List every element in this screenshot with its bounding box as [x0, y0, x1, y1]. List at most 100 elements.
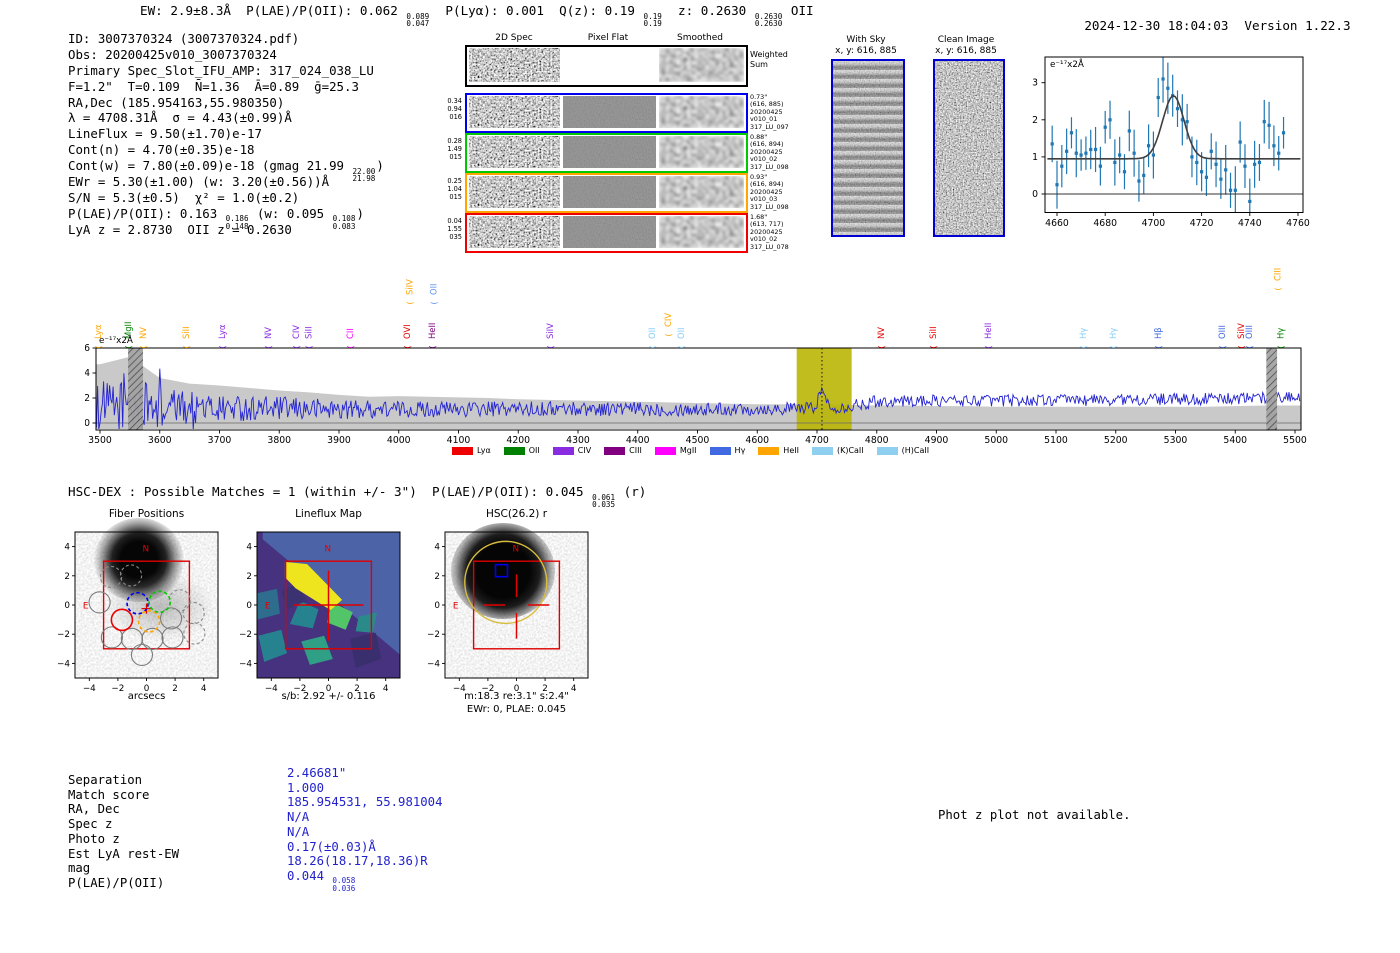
detection-info-block: ID: 3007370324 (3007370324.pdf) Obs: 2020…	[68, 31, 384, 238]
emission-line-label: SiII	[928, 326, 938, 339]
fiber-2d-spec-image	[469, 176, 560, 208]
fiber-smoothed-image	[659, 136, 744, 168]
y-tick-label: 0	[434, 601, 440, 611]
data-point	[1050, 142, 1054, 146]
data-point	[1224, 168, 1228, 172]
y-tick-label: 4	[85, 368, 90, 379]
report-timestamp-version: 2024-12-30 18:04:03 Version 1.22.3	[1054, 3, 1350, 48]
data-point	[1243, 164, 1247, 168]
noise-envelope	[96, 356, 1301, 429]
compass-east-label: E	[83, 602, 89, 612]
emission-line-label: NV	[263, 327, 273, 339]
fiber-smoothed-image	[659, 176, 744, 208]
emission-line-label: OIII	[1217, 325, 1227, 339]
info-line: Obs: 20200425v010_3007370324	[68, 46, 277, 62]
spectrum-units-label: e⁻¹⁷x2Å	[99, 336, 133, 346]
noise-image	[563, 136, 656, 168]
fiber-circle-gray	[120, 627, 144, 650]
data-point	[1277, 151, 1281, 155]
match-row-value: N/A	[287, 824, 310, 839]
line-label-bracket: (	[1218, 345, 1227, 348]
emission-line-label: Hγ	[1108, 328, 1118, 339]
fiber-pixel-flat-image	[563, 216, 656, 248]
legend-label: OII	[528, 446, 540, 455]
data-point	[1253, 162, 1257, 166]
weighted-sum-row	[465, 45, 748, 87]
line-label-bracket: (	[218, 345, 227, 348]
petrosian-circle	[464, 540, 548, 625]
fiber-overlay: −4 −2 0 2 4−4−2024 NE	[57, 531, 219, 694]
x-tick-label: 4680	[1093, 218, 1117, 229]
legend-swatch	[811, 446, 833, 455]
data-point	[1079, 153, 1083, 157]
emission-line-label: CIII	[1273, 268, 1283, 281]
emission-line-label: CII	[345, 328, 355, 339]
legend-label: MgII	[679, 446, 697, 455]
data-point	[1108, 118, 1112, 122]
x-tick-label: 4720	[1190, 218, 1214, 229]
x-tick-label: 5200	[1104, 435, 1128, 446]
y-tick-label: 1	[1032, 152, 1038, 163]
info-line: F=1.2" T=0.109 N̄=1.36 Ā=0.89 ḡ=25.3	[68, 78, 359, 94]
x-tick-label: 5100	[1044, 435, 1068, 446]
line-label-bracket: (	[664, 333, 673, 336]
y-tick-label: 4	[434, 543, 440, 553]
x-tick-label: 4600	[745, 435, 769, 446]
match-row-value: 0.17(±0.03)Å	[287, 839, 376, 854]
fiber-circle-selected	[110, 608, 134, 632]
match-row-value: 185.954531, 55.981004	[287, 795, 443, 810]
y-tick-label: −2	[57, 630, 70, 640]
fiber-2d-spec-image	[469, 136, 560, 168]
stacked-uncertainty: 22.00 21.98	[352, 166, 376, 184]
x-tick-label: 3700	[208, 435, 232, 446]
spec2d-fiber-row	[465, 213, 748, 253]
noise-image	[659, 136, 744, 168]
match-row-label: Photo z	[68, 831, 120, 846]
stacked-uncertainty: 0.19 0.19	[643, 11, 662, 29]
noise-image	[659, 216, 744, 248]
noise-image	[469, 136, 560, 168]
data-point	[1089, 147, 1093, 152]
info-line: ID: 3007370324 (3007370324.pdf)	[68, 31, 300, 46]
line-label-bracket: (	[346, 345, 355, 348]
match-row-value: N/A	[287, 810, 310, 825]
masked-band	[1266, 348, 1278, 430]
emission-line-label: NV	[138, 327, 148, 339]
y-tick-label: 6	[85, 343, 90, 354]
x-tick-label: 2	[172, 684, 178, 694]
x-tick-label: 5500	[1283, 435, 1307, 446]
fit-data-group	[1047, 57, 1301, 213]
lineflux-overlay: −4 −2 0 2 4−4−2024 NE	[239, 531, 401, 694]
noise-image	[469, 96, 560, 128]
fiber-pixel-flat-image	[563, 96, 656, 128]
line-label-bracket: (	[406, 301, 415, 304]
info-line: Cont(n) = 4.70(±0.35)e-18	[68, 142, 255, 158]
with-sky-coords: x, y: 616, 885	[835, 46, 897, 56]
line-label-bracket: (	[305, 345, 314, 348]
legend-item: HeII	[758, 446, 799, 455]
emission-line-label: HeII	[983, 323, 993, 339]
x-tick-label: 3900	[327, 435, 351, 446]
data-point	[1132, 151, 1136, 155]
stacked-uncertainty: 0.108 0.083	[332, 214, 356, 232]
data-point	[1074, 151, 1078, 155]
line-label-bracket: (	[428, 345, 437, 348]
match-row-label: RA, Dec	[68, 802, 120, 817]
y-tick-label: −4	[57, 659, 70, 669]
weighted-2d-spec-image	[469, 48, 560, 82]
clean-image-image	[933, 59, 1005, 237]
data-point	[1161, 77, 1165, 81]
y-tick-label: 2	[1032, 115, 1038, 126]
info-line: EWr = 5.30(±1.00) (w: 3.20(±0.56))Å	[68, 174, 330, 190]
fiber-smoothed-image	[659, 216, 744, 248]
line-label-bracket: (	[292, 345, 301, 348]
data-point	[1233, 188, 1237, 192]
lineflux-xlabel: s/b: 2.92 +/- 0.116	[281, 691, 376, 702]
data-point	[1069, 131, 1074, 135]
legend-swatch	[709, 446, 731, 455]
line-label-bracket: (	[1109, 345, 1118, 348]
with-sky-title: With Sky	[846, 35, 886, 45]
clean-image-title: Clean Image	[937, 35, 995, 45]
y-tick-label: 2	[64, 572, 70, 582]
data-point	[1137, 179, 1141, 183]
